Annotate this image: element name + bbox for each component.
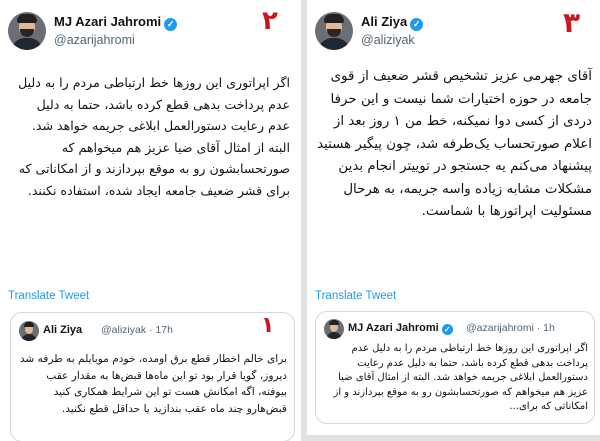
panel-edge [307,435,600,441]
author-name[interactable]: MJ Azari Jahromi ✓ [54,14,178,31]
author-name[interactable]: Ali Ziya ✓ [361,14,424,31]
translate-tweet-link[interactable]: Translate Tweet [315,290,396,302]
tweet-header: Ali Ziya ✓ @aliziyak [315,8,595,54]
avatar [19,321,39,341]
quoted-author-handle: @aliziyak · 17h [101,324,173,336]
avatar [324,319,344,339]
quoted-tweet-text: برای خالم اخطار قطع برق اومده، خودم موبا… [19,353,287,415]
right-tweet-panel: Ali Ziya ✓ @aliziyak ۳ آقای جهرمی عزیز تش… [307,0,600,441]
verified-badge-icon: ✓ [410,18,424,31]
tweet-text: اگر اپراتوری این روزها خط ارتباطی مردم ر… [18,75,290,198]
left-tweet-panel: MJ Azari Jahromi ✓ @azarijahromi ۲ اگر اپ… [0,0,301,441]
annotation-number: ۲ [262,6,278,36]
quoted-author-name: MJ Azari Jahromi ✓ [348,322,453,335]
author-handle[interactable]: @azarijahromi [54,33,135,47]
verified-badge-icon: ✓ [441,324,453,335]
tweet-header: MJ Azari Jahromi ✓ @azarijahromi [8,8,293,54]
quoted-author-name: Ali Ziya [43,324,83,336]
quoted-tweet[interactable]: MJ Azari Jahromi ✓ @azarijahromi · 1h اگر… [315,311,595,424]
verified-badge-icon: ✓ [164,18,178,31]
quoted-tweet-text: اگر اپراتوری این روزها خط ارتباطی مردم ر… [333,343,588,412]
quoted-tweet[interactable]: Ali Ziya @aliziyak · 17h ۱ برای خالم اخط… [10,312,295,441]
annotation-number: ۳ [563,6,581,39]
translate-tweet-link[interactable]: Translate Tweet [8,290,89,302]
tweet-text: آقای جهرمی عزیز تشخیص قشر ضعیف از قوی جا… [317,69,592,219]
quoted-author-handle: @azarijahromi · 1h [466,322,555,334]
avatar[interactable] [315,12,353,50]
annotation-number: ۱ [261,313,275,338]
author-handle[interactable]: @aliziyak [361,33,415,47]
avatar[interactable] [8,12,46,50]
